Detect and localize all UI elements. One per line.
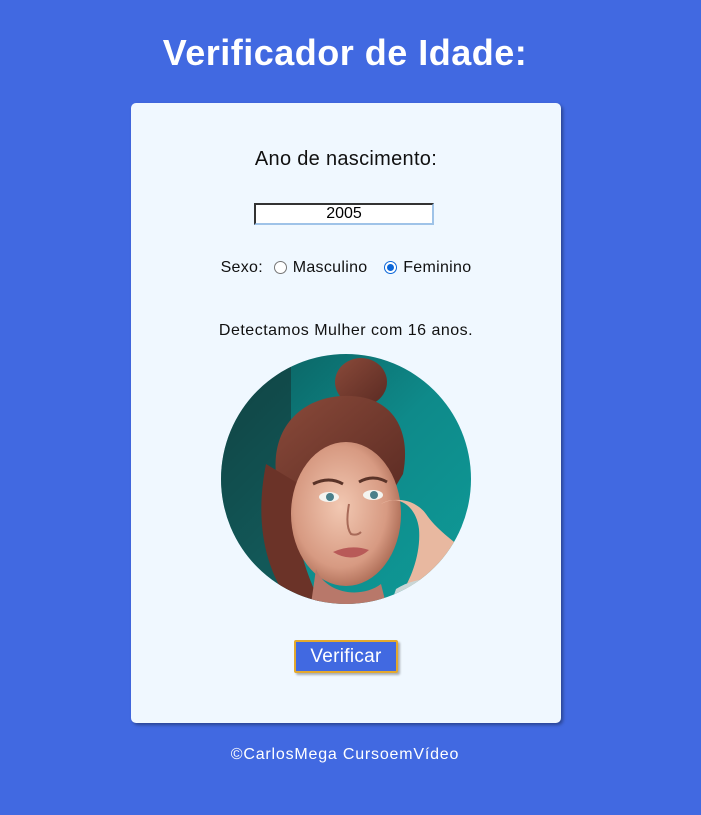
birth-year-label: Ano de nascimento:: [254, 148, 438, 170]
radio-feminino-label[interactable]: Feminino: [403, 259, 471, 276]
verify-button[interactable]: Verificar: [294, 640, 398, 673]
radio-masculino[interactable]: [273, 260, 287, 274]
result-message: Detectamos Mulher com 16 anos.: [218, 322, 474, 339]
verifier-card: Ano de nascimento: Sexo: Masculino Femin…: [131, 103, 561, 723]
sex-selector: Sexo: Masculino Feminino: [131, 259, 561, 277]
radio-masculino-label[interactable]: Masculino: [293, 259, 368, 276]
sex-label: Sexo:: [220, 259, 263, 276]
birth-year-input[interactable]: [254, 203, 434, 225]
woman-photo-icon: [221, 354, 471, 604]
page-title: Verificador de Idade:: [162, 32, 528, 73]
radio-feminino[interactable]: [384, 260, 398, 274]
footer-credit: ©CarlosMega CursoemVídeo: [230, 746, 460, 763]
